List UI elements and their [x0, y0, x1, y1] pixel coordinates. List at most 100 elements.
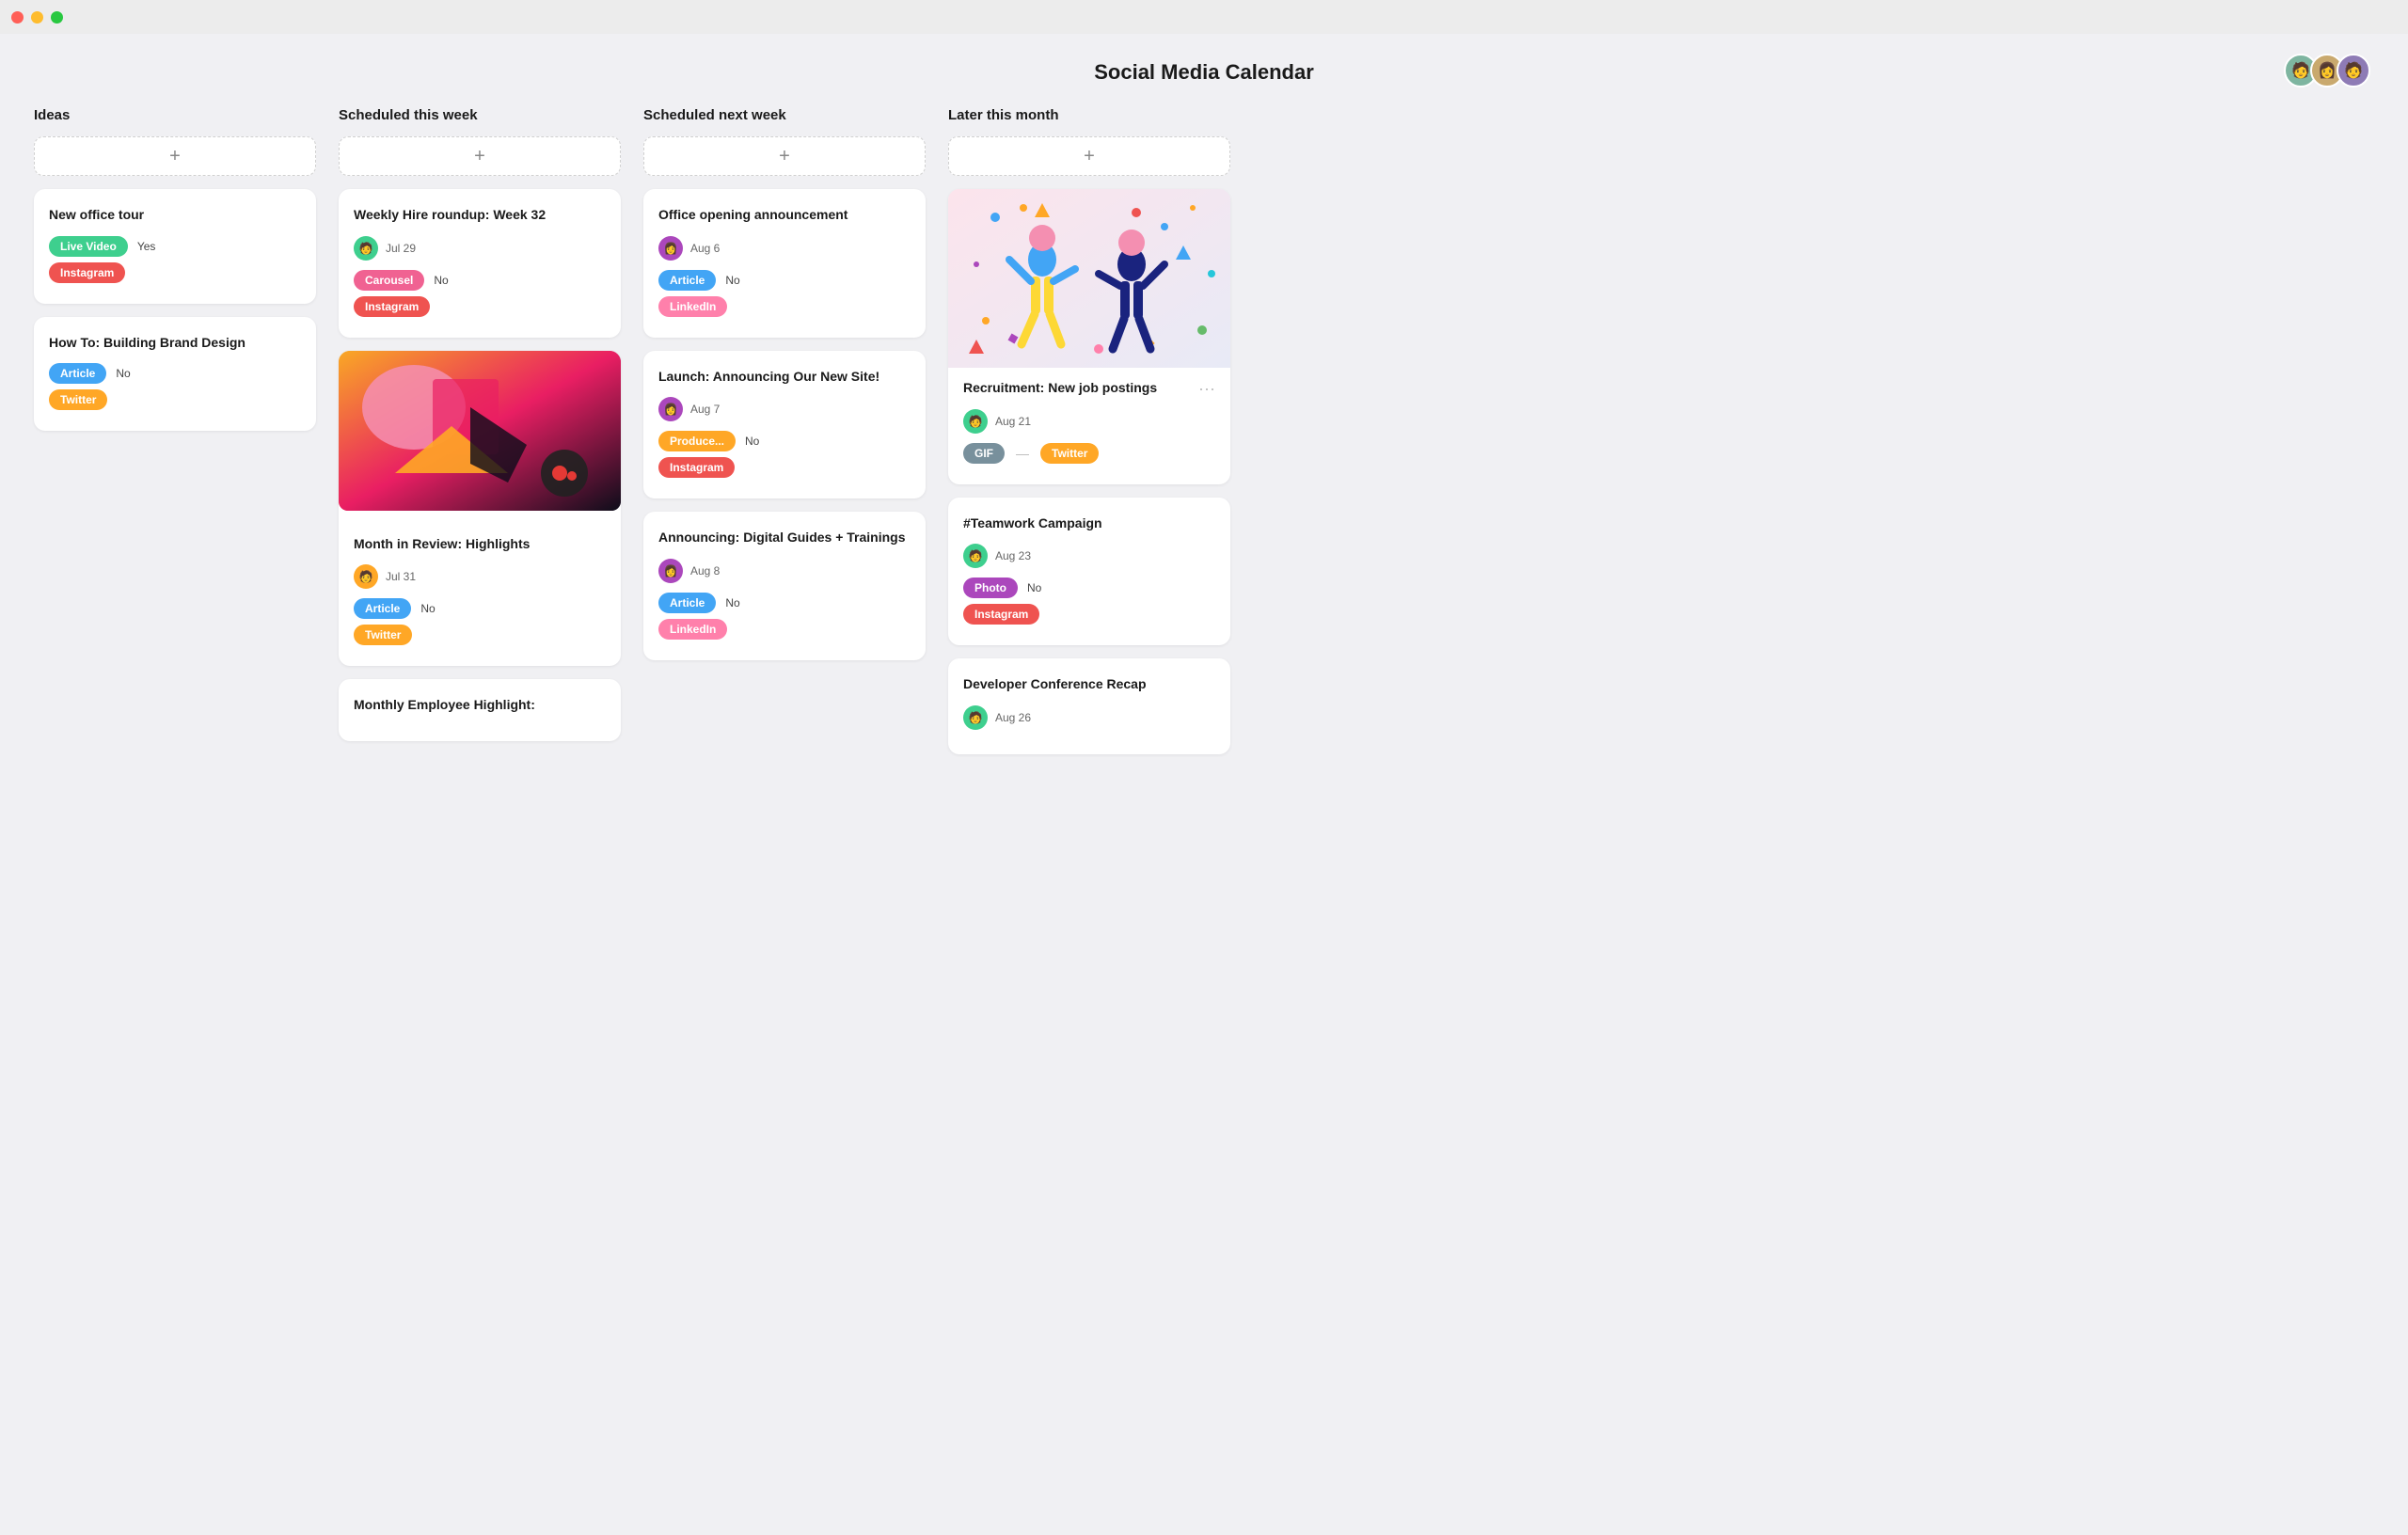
tags-row-2: Twitter: [49, 389, 301, 410]
app-body: Social Media Calendar 🧑 👩 🧑 Ideas + New …: [0, 34, 2408, 1535]
tags-row-2: LinkedIn: [658, 296, 911, 317]
tags-row-2: Twitter: [354, 625, 606, 645]
card-title: Recruitment: New job postings: [963, 379, 1157, 398]
kanban-board: Ideas + New office tour Live Video Yes I…: [0, 107, 2408, 768]
page-title: Social Media Calendar: [1094, 60, 1314, 85]
card-date: Aug 23: [995, 549, 1031, 562]
add-later-button[interactable]: +: [948, 136, 1230, 176]
tag-twitter[interactable]: Twitter: [49, 389, 107, 410]
tag-instagram[interactable]: Instagram: [658, 457, 735, 478]
tag-gif[interactable]: GIF: [963, 443, 1005, 464]
card-meta: 🧑 Jul 31: [354, 564, 606, 589]
card-content: Month in Review: Highlights 🧑 Jul 31 Art…: [339, 522, 621, 667]
card-title: Office opening announcement: [658, 206, 911, 225]
column-scheduled-this-week: Scheduled this week + Weekly Hire roundu…: [339, 107, 621, 754]
tag-article[interactable]: Article: [354, 598, 411, 619]
tag-instagram[interactable]: Instagram: [49, 262, 125, 283]
tag-article[interactable]: Article: [658, 270, 716, 291]
tag-instagram[interactable]: Instagram: [354, 296, 430, 317]
card-title: Month in Review: Highlights: [354, 535, 606, 554]
tags-row-2: LinkedIn: [658, 619, 911, 640]
card-meta: 🧑 Jul 29: [354, 236, 606, 261]
card-title: Monthly Employee Highlight:: [354, 696, 606, 715]
tags-row: Article No: [354, 598, 606, 619]
card-office-opening-announcement: Office opening announcement 👩 Aug 6 Arti…: [643, 189, 926, 338]
tag-twitter[interactable]: Twitter: [354, 625, 412, 645]
card-date: Jul 31: [386, 570, 416, 583]
card-avatar: 🧑: [354, 564, 378, 589]
tags-row: Article No: [658, 270, 911, 291]
tag-instagram[interactable]: Instagram: [963, 604, 1039, 625]
card-meta: 🧑 Aug 26: [963, 705, 1215, 730]
card-meta: 👩 Aug 8: [658, 559, 911, 583]
tags-row: Article No: [49, 363, 301, 384]
column-scheduled-next-week: Scheduled next week + Office opening ann…: [643, 107, 926, 673]
card-avatar: 🧑: [963, 544, 988, 568]
card-avatar: 👩: [658, 559, 683, 583]
header: Social Media Calendar 🧑 👩 🧑: [0, 34, 2408, 107]
tags-row: Live Video Yes: [49, 236, 301, 257]
add-idea-button[interactable]: +: [34, 136, 316, 176]
status-no: No: [434, 274, 448, 287]
card-avatar: 👩: [658, 236, 683, 261]
card-date: Aug 6: [690, 242, 720, 255]
close-button[interactable]: [11, 11, 24, 24]
card-title: Developer Conference Recap: [963, 675, 1215, 694]
maximize-button[interactable]: [51, 11, 63, 24]
titlebar: [0, 0, 2408, 34]
tag-produce[interactable]: Produce...: [658, 431, 736, 451]
tags-row: Article No: [658, 593, 911, 613]
tag-linkedin[interactable]: LinkedIn: [658, 619, 727, 640]
card-meta: 👩 Aug 6: [658, 236, 911, 261]
add-this-week-button[interactable]: +: [339, 136, 621, 176]
card-monthly-employee-highlight: Monthly Employee Highlight:: [339, 679, 621, 741]
card-developer-conference-recap: Developer Conference Recap 🧑 Aug 26: [948, 658, 1230, 754]
card-date: Aug 26: [995, 711, 1031, 724]
column-header-ideas: Ideas: [34, 107, 316, 123]
tag-photo[interactable]: Photo: [963, 578, 1018, 598]
minimize-button[interactable]: [31, 11, 43, 24]
card-title: Launch: Announcing Our New Site!: [658, 368, 911, 387]
card-building-brand: How To: Building Brand Design Article No…: [34, 317, 316, 432]
card-date: Aug 8: [690, 564, 720, 578]
status-yes: Yes: [137, 240, 156, 253]
card-image-abstract: [339, 351, 621, 511]
tag-article[interactable]: Article: [658, 593, 716, 613]
card-meta: 👩 Aug 7: [658, 397, 911, 421]
tags-row-2: Instagram: [49, 262, 301, 283]
tags-row: Carousel No: [354, 270, 606, 291]
column-header-next-week: Scheduled next week: [643, 107, 926, 123]
more-options-icon[interactable]: ···: [1198, 379, 1215, 399]
tags-row-2: Instagram: [354, 296, 606, 317]
avatar-3[interactable]: 🧑: [2337, 54, 2370, 87]
column-header-this-week: Scheduled this week: [339, 107, 621, 123]
status-no: No: [1027, 581, 1041, 594]
card-digital-guides: Announcing: Digital Guides + Trainings 👩…: [643, 512, 926, 660]
column-ideas: Ideas + New office tour Live Video Yes I…: [34, 107, 316, 444]
add-next-week-button[interactable]: +: [643, 136, 926, 176]
tags-row-2: Instagram: [658, 457, 911, 478]
tags-row: GIF — Twitter: [963, 443, 1215, 464]
tag-live-video[interactable]: Live Video: [49, 236, 128, 257]
card-launch-new-site: Launch: Announcing Our New Site! 👩 Aug 7…: [643, 351, 926, 499]
tag-linkedin[interactable]: LinkedIn: [658, 296, 727, 317]
card-meta: 🧑 Aug 21: [963, 409, 1215, 434]
status-no: No: [725, 274, 739, 287]
celebration-art: [948, 189, 1230, 368]
status-no: No: [116, 367, 130, 380]
card-new-office-tour: New office tour Live Video Yes Instagram: [34, 189, 316, 304]
tags-row: Produce... No: [658, 431, 911, 451]
card-teamwork-campaign: #Teamwork Campaign 🧑 Aug 23 Photo No Ins…: [948, 498, 1230, 646]
card-title: New office tour: [49, 206, 301, 225]
tag-carousel[interactable]: Carousel: [354, 270, 424, 291]
card-avatar: 🧑: [963, 705, 988, 730]
card-avatar: 🧑: [354, 236, 378, 261]
column-later-this-month: Later this month +: [948, 107, 1230, 768]
tag-article[interactable]: Article: [49, 363, 106, 384]
tag-twitter[interactable]: Twitter: [1040, 443, 1099, 464]
card-meta: 🧑 Aug 23: [963, 544, 1215, 568]
status-no: No: [745, 435, 759, 448]
card-content: Recruitment: New job postings ··· 🧑 Aug …: [948, 368, 1230, 484]
card-month-in-review: Month in Review: Highlights 🧑 Jul 31 Art…: [339, 351, 621, 667]
column-header-later: Later this month: [948, 107, 1230, 123]
